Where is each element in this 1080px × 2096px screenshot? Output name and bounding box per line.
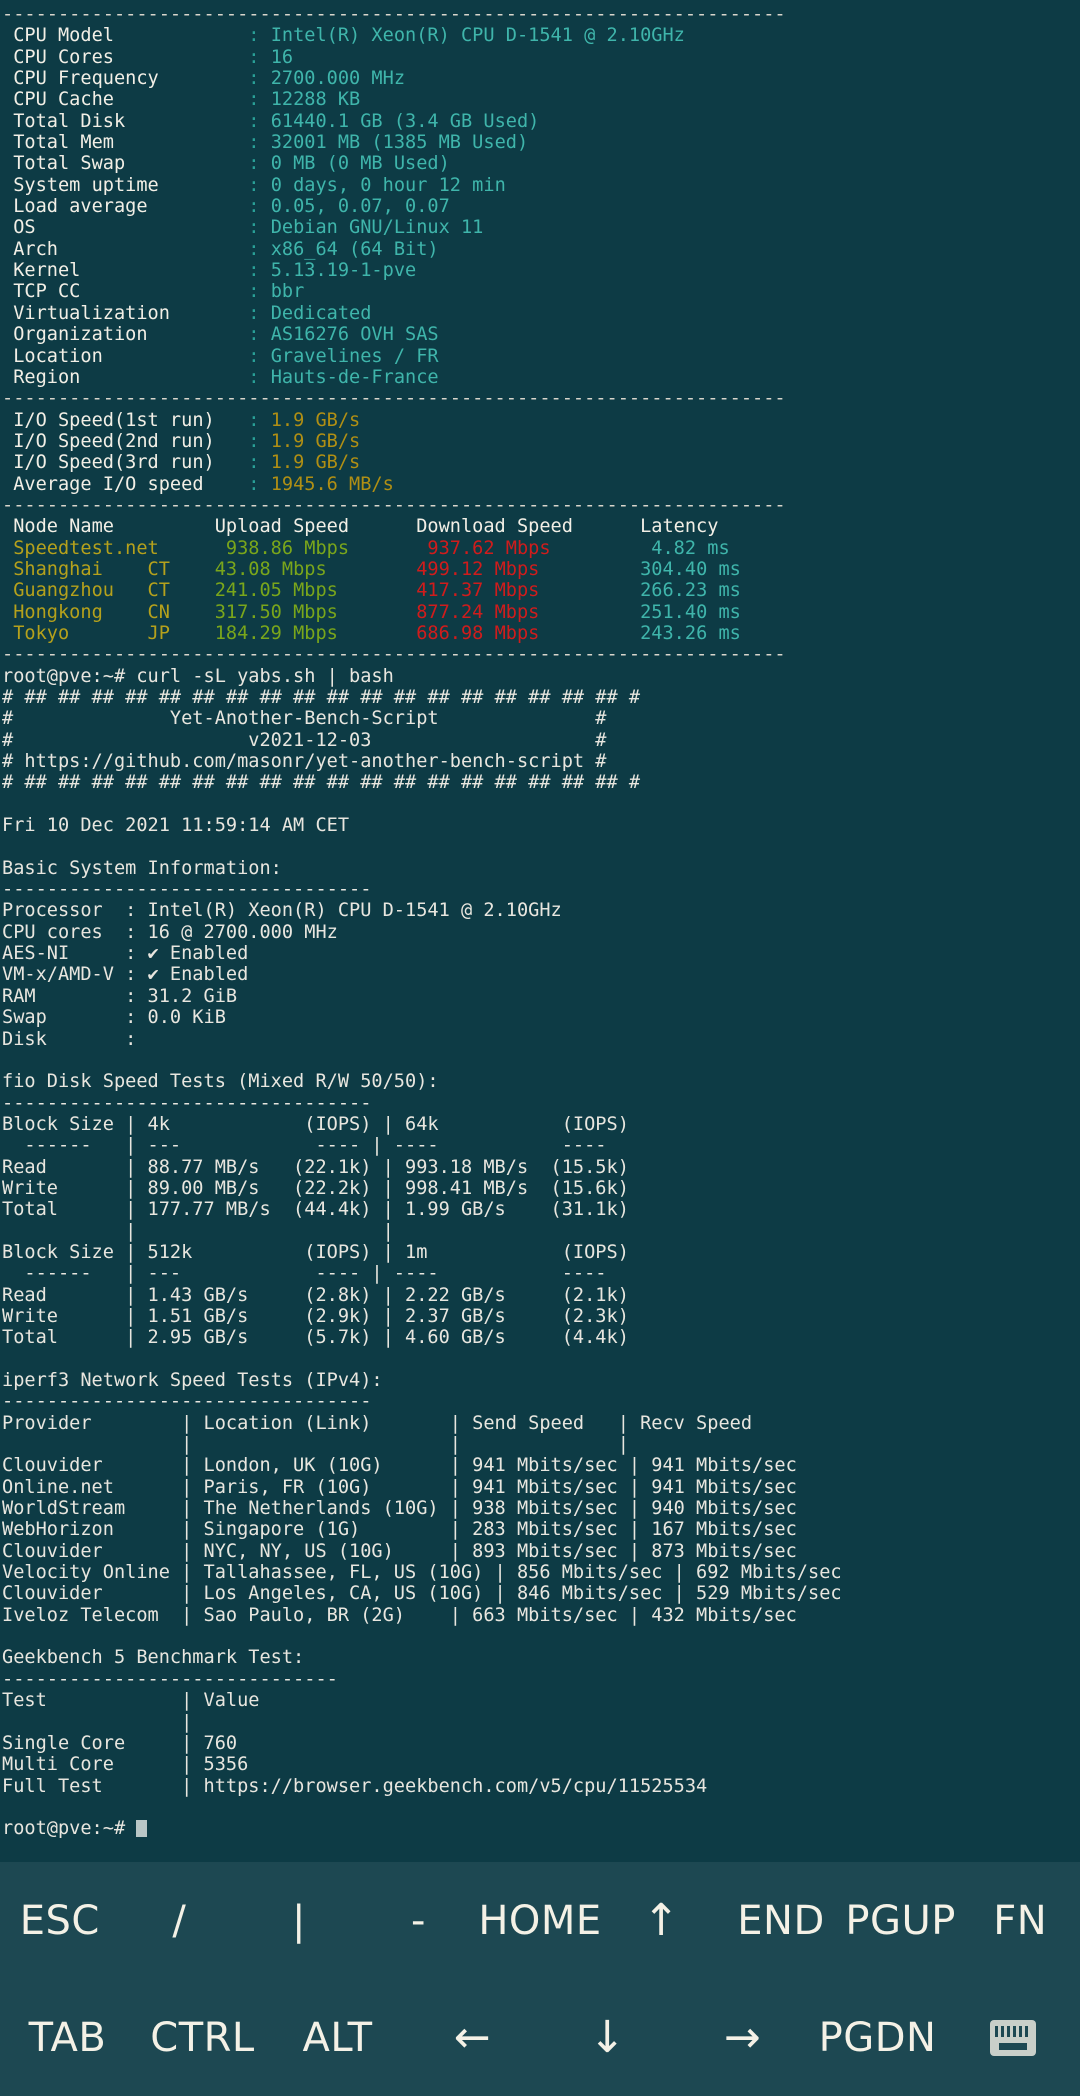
keyboard-row-2: TAB CTRL ALT ← ↓ → PGDN <box>0 1979 1080 2096</box>
key-pgup[interactable]: PGUP <box>841 1862 961 1979</box>
key-slash[interactable]: / <box>120 1862 240 1979</box>
key-tab[interactable]: TAB <box>0 1979 135 2096</box>
app-screen: ----------------------------------------… <box>0 0 1080 2096</box>
terminal-output[interactable]: ----------------------------------------… <box>0 0 1080 1862</box>
terminal-cursor <box>136 1820 148 1838</box>
key-arrow-up[interactable]: ↑ <box>602 1862 722 1979</box>
key-esc[interactable]: ESC <box>0 1862 120 1979</box>
key-ctrl[interactable]: CTRL <box>135 1979 270 2096</box>
key-fn[interactable]: FN <box>960 1862 1080 1979</box>
key-arrow-down[interactable]: ↓ <box>540 1979 675 2096</box>
key-alt[interactable]: ALT <box>270 1979 405 2096</box>
terminal-text: ----------------------------------------… <box>2 4 842 1840</box>
key-pipe[interactable]: | <box>239 1862 359 1979</box>
key-home[interactable]: HOME <box>478 1862 601 1979</box>
key-dash[interactable]: - <box>359 1862 479 1979</box>
key-arrow-right[interactable]: → <box>675 1979 810 2096</box>
key-arrow-left[interactable]: ← <box>405 1979 540 2096</box>
keyboard-icon <box>989 2019 1036 2056</box>
keyboard-row-1: ESC / | - HOME ↑ END PGUP FN <box>0 1862 1080 1979</box>
virtual-keyboard-bar: ESC / | - HOME ↑ END PGUP FN TAB CTRL ALT ← ↓ → PGDN <box>0 1862 1080 2096</box>
key-pgdn[interactable]: PGDN <box>810 1979 945 2096</box>
keyboard-toggle-icon[interactable] <box>945 1979 1080 2096</box>
key-end[interactable]: END <box>721 1862 841 1979</box>
